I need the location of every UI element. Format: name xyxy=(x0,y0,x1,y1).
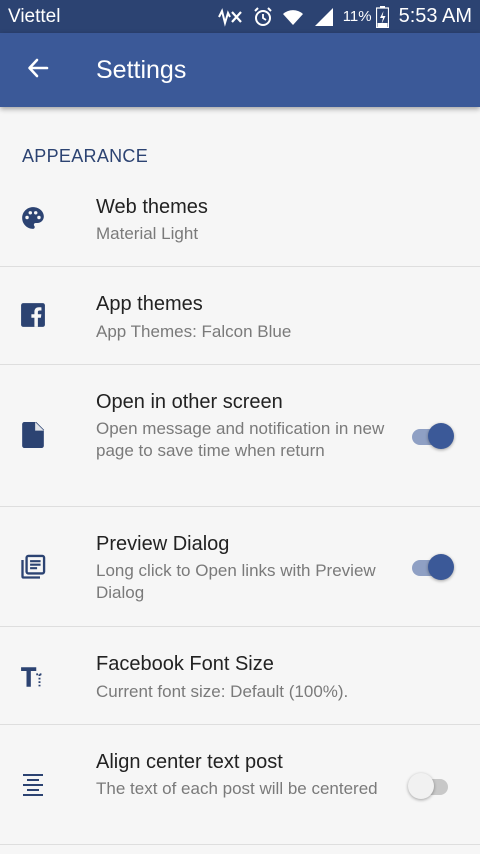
status-icons: 11% 5:53 AM xyxy=(215,5,472,28)
setting-title: App themes xyxy=(96,293,203,315)
setting-summary: The text of each post will be centered xyxy=(96,779,378,798)
setting-title: Facebook Font Size xyxy=(96,653,274,675)
palette-icon xyxy=(19,204,47,232)
back-button[interactable] xyxy=(0,33,76,107)
alarm-icon xyxy=(253,6,273,27)
mute-icon xyxy=(215,7,245,27)
facebook-icon xyxy=(19,301,47,329)
setting-facebook-font-size[interactable]: Facebook Font Size Current font size: De… xyxy=(0,627,480,725)
toggle-thumb xyxy=(408,773,434,799)
align-center-icon xyxy=(19,771,47,799)
setting-summary: Material Light xyxy=(96,224,199,243)
setting-summary: Current font size: Default (100%). xyxy=(96,682,349,701)
status-bar: Viettel 11% 5:53 AM xyxy=(0,0,480,33)
carrier-name: Viettel xyxy=(8,5,61,27)
setting-align-center-text-post[interactable]: Align center text post The text of each … xyxy=(0,725,480,845)
preview-dialog-toggle[interactable] xyxy=(410,554,456,580)
setting-summary: App Themes: Falcon Blue xyxy=(96,322,292,341)
settings-list: APPEARANCE Web themes Material Light App… xyxy=(0,107,480,854)
setting-title: Align center text post xyxy=(96,751,283,773)
setting-title: Web themes xyxy=(96,196,208,218)
setting-web-themes[interactable]: Web themes Material Light xyxy=(0,178,480,267)
wifi-icon xyxy=(281,7,305,27)
battery-icon xyxy=(375,5,389,28)
app-bar: Settings xyxy=(0,33,480,107)
setting-title: Open in other screen xyxy=(96,391,283,413)
setting-summary: Open message and notification in new pag… xyxy=(96,419,385,460)
arrow-left-icon xyxy=(26,56,50,85)
setting-preview-dialog[interactable]: Preview Dialog Long click to Open links … xyxy=(0,507,480,627)
file-icon xyxy=(19,421,47,449)
section-header-appearance: APPEARANCE xyxy=(22,146,149,166)
setting-app-themes[interactable]: App themes App Themes: Falcon Blue xyxy=(0,267,480,365)
align-center-text-post-toggle[interactable] xyxy=(408,773,456,799)
preview-list-icon xyxy=(19,553,47,581)
setting-title: Preview Dialog xyxy=(96,533,230,555)
toggle-thumb xyxy=(428,423,454,449)
setting-open-in-other-screen[interactable]: Open in other screen Open message and no… xyxy=(0,365,480,507)
battery-percent: 11% xyxy=(342,8,372,25)
setting-summary: Long click to Open links with Preview Di… xyxy=(96,561,376,602)
text-size-icon xyxy=(19,663,47,691)
status-time: 5:53 AM xyxy=(398,5,472,27)
open-in-other-screen-toggle[interactable] xyxy=(410,423,456,449)
toggle-thumb xyxy=(428,554,454,580)
signal-icon xyxy=(313,7,335,27)
page-title: Settings xyxy=(96,55,187,84)
